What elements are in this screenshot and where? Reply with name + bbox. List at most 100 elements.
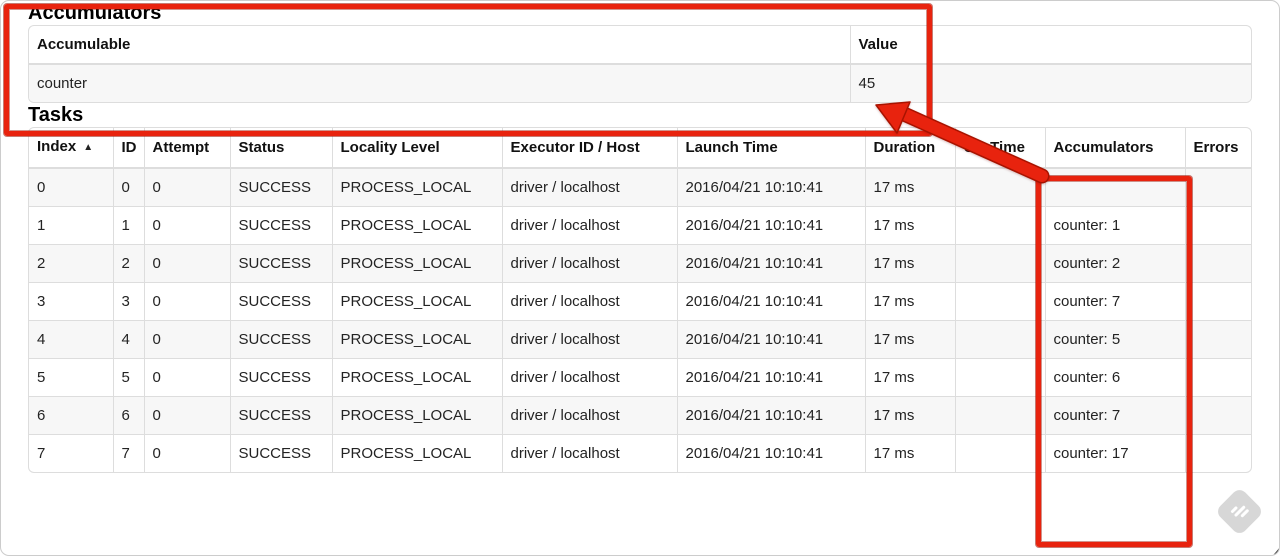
task-cell-errors — [1184, 396, 1251, 435]
task-cell-status: SUCCESS — [229, 167, 333, 207]
task-cell-duration: 17 ms — [864, 358, 956, 397]
task-cell-launch-time: 2016/04/21 10:10:41 — [676, 167, 866, 207]
task-cell-attempt: 0 — [143, 396, 231, 435]
task-cell-errors — [1184, 434, 1251, 472]
column-header-gc-time[interactable]: GC Time — [954, 128, 1046, 169]
task-cell-index: 2 — [29, 244, 114, 283]
task-cell-gc-time — [954, 434, 1046, 472]
accumulable-value-cell: 45 — [849, 63, 1251, 102]
task-cell-accumulators: counter: 7 — [1044, 396, 1186, 435]
column-header-index-label: Index — [37, 138, 77, 155]
column-header-executor-id-host[interactable]: Executor ID / Host — [501, 128, 678, 169]
column-header-attempt[interactable]: Attempt — [143, 128, 231, 169]
task-cell-id: 4 — [112, 320, 145, 359]
task-row: 4 4 0 SUCCESS PROCESS_LOCAL driver / loc… — [29, 320, 1251, 359]
task-row: 6 6 0 SUCCESS PROCESS_LOCAL driver / loc… — [29, 396, 1251, 435]
task-cell-id: 6 — [112, 396, 145, 435]
spark-stage-page: Accumulators Accumulable Value counter 4… — [0, 0, 1280, 556]
task-cell-gc-time — [954, 167, 1046, 207]
task-cell-executor-id-host: driver / localhost — [501, 244, 678, 283]
task-cell-launch-time: 2016/04/21 10:10:41 — [676, 396, 866, 435]
task-cell-id: 0 — [112, 167, 145, 207]
task-cell-executor-id-host: driver / localhost — [501, 396, 678, 435]
task-cell-duration: 17 ms — [864, 320, 956, 359]
task-cell-locality-level: PROCESS_LOCAL — [331, 282, 503, 321]
task-cell-status: SUCCESS — [229, 358, 333, 397]
task-cell-index: 0 — [29, 167, 114, 207]
column-header-duration[interactable]: Duration — [864, 128, 956, 169]
task-cell-id: 7 — [112, 434, 145, 472]
task-cell-executor-id-host: driver / localhost — [501, 434, 678, 472]
value-column-header: Value — [849, 26, 1251, 65]
task-cell-duration: 17 ms — [864, 244, 956, 283]
task-cell-duration: 17 ms — [864, 206, 956, 245]
task-cell-locality-level: PROCESS_LOCAL — [331, 244, 503, 283]
task-cell-accumulators: counter: 5 — [1044, 320, 1186, 359]
task-cell-locality-level: PROCESS_LOCAL — [331, 358, 503, 397]
task-cell-gc-time — [954, 244, 1046, 283]
task-cell-gc-time — [954, 396, 1046, 435]
accumulators-table: Accumulable Value counter 45 — [28, 25, 1252, 103]
task-cell-status: SUCCESS — [229, 396, 333, 435]
task-cell-id: 1 — [112, 206, 145, 245]
task-cell-errors — [1184, 320, 1251, 359]
tasks-table-body: 0 0 0 SUCCESS PROCESS_LOCAL driver / loc… — [29, 167, 1251, 472]
task-row: 7 7 0 SUCCESS PROCESS_LOCAL driver / loc… — [29, 434, 1251, 472]
task-cell-locality-level: PROCESS_LOCAL — [331, 320, 503, 359]
task-cell-attempt: 0 — [143, 206, 231, 245]
task-cell-accumulators: counter: 2 — [1044, 244, 1186, 283]
task-cell-index: 3 — [29, 282, 114, 321]
task-cell-errors — [1184, 282, 1251, 321]
task-cell-duration: 17 ms — [864, 167, 956, 207]
task-cell-duration: 17 ms — [864, 396, 956, 435]
task-cell-attempt: 0 — [143, 282, 231, 321]
tasks-header-row: Index ▲ ID Attempt Status Locality Level … — [29, 128, 1251, 169]
task-cell-status: SUCCESS — [229, 282, 333, 321]
task-row: 0 0 0 SUCCESS PROCESS_LOCAL driver / loc… — [29, 167, 1251, 207]
task-cell-errors — [1184, 358, 1251, 397]
task-cell-launch-time: 2016/04/21 10:10:41 — [676, 320, 866, 359]
task-row: 3 3 0 SUCCESS PROCESS_LOCAL driver / loc… — [29, 282, 1251, 321]
accumulators-section-title: Accumulators — [28, 2, 162, 24]
task-cell-locality-level: PROCESS_LOCAL — [331, 434, 503, 472]
task-cell-attempt: 0 — [143, 358, 231, 397]
task-cell-id: 2 — [112, 244, 145, 283]
task-cell-accumulators: counter: 6 — [1044, 358, 1186, 397]
task-row: 2 2 0 SUCCESS PROCESS_LOCAL driver / loc… — [29, 244, 1251, 283]
task-cell-gc-time — [954, 282, 1046, 321]
task-cell-accumulators: counter: 1 — [1044, 206, 1186, 245]
task-cell-executor-id-host: driver / localhost — [501, 167, 678, 207]
tasks-table: Index ▲ ID Attempt Status Locality Level … — [28, 127, 1252, 473]
task-cell-accumulators: counter: 17 — [1044, 434, 1186, 472]
accumulable-name-cell: counter — [29, 63, 851, 102]
page-content: Accumulators Accumulable Value counter 4… — [28, 1, 1252, 473]
task-cell-index: 7 — [29, 434, 114, 472]
task-cell-launch-time: 2016/04/21 10:10:41 — [676, 434, 866, 472]
task-cell-accumulators: counter: 7 — [1044, 282, 1186, 321]
task-row: 1 1 0 SUCCESS PROCESS_LOCAL driver / loc… — [29, 206, 1251, 245]
mouse-cursor-icon — [1269, 543, 1279, 555]
sort-ascending-icon: ▲ — [83, 142, 94, 153]
task-cell-attempt: 0 — [143, 320, 231, 359]
column-header-locality-level[interactable]: Locality Level — [331, 128, 503, 169]
task-cell-index: 1 — [29, 206, 114, 245]
column-header-launch-time[interactable]: Launch Time — [676, 128, 866, 169]
task-cell-duration: 17 ms — [864, 434, 956, 472]
column-header-index[interactable]: Index ▲ — [29, 128, 114, 169]
column-header-accumulators[interactable]: Accumulators — [1044, 128, 1186, 169]
task-cell-locality-level: PROCESS_LOCAL — [331, 167, 503, 207]
column-header-errors[interactable]: Errors — [1184, 128, 1251, 169]
accumulator-row: counter 45 — [29, 63, 1251, 102]
column-header-status[interactable]: Status — [229, 128, 333, 169]
column-header-id[interactable]: ID — [112, 128, 145, 169]
task-row: 5 5 0 SUCCESS PROCESS_LOCAL driver / loc… — [29, 358, 1251, 397]
task-cell-executor-id-host: driver / localhost — [501, 206, 678, 245]
accumulators-header-row: Accumulable Value — [29, 26, 1251, 65]
task-cell-id: 3 — [112, 282, 145, 321]
task-cell-launch-time: 2016/04/21 10:10:41 — [676, 282, 866, 321]
task-cell-executor-id-host: driver / localhost — [501, 282, 678, 321]
tasks-section-title: Tasks — [28, 104, 84, 126]
task-cell-index: 5 — [29, 358, 114, 397]
task-cell-launch-time: 2016/04/21 10:10:41 — [676, 244, 866, 283]
task-cell-index: 4 — [29, 320, 114, 359]
